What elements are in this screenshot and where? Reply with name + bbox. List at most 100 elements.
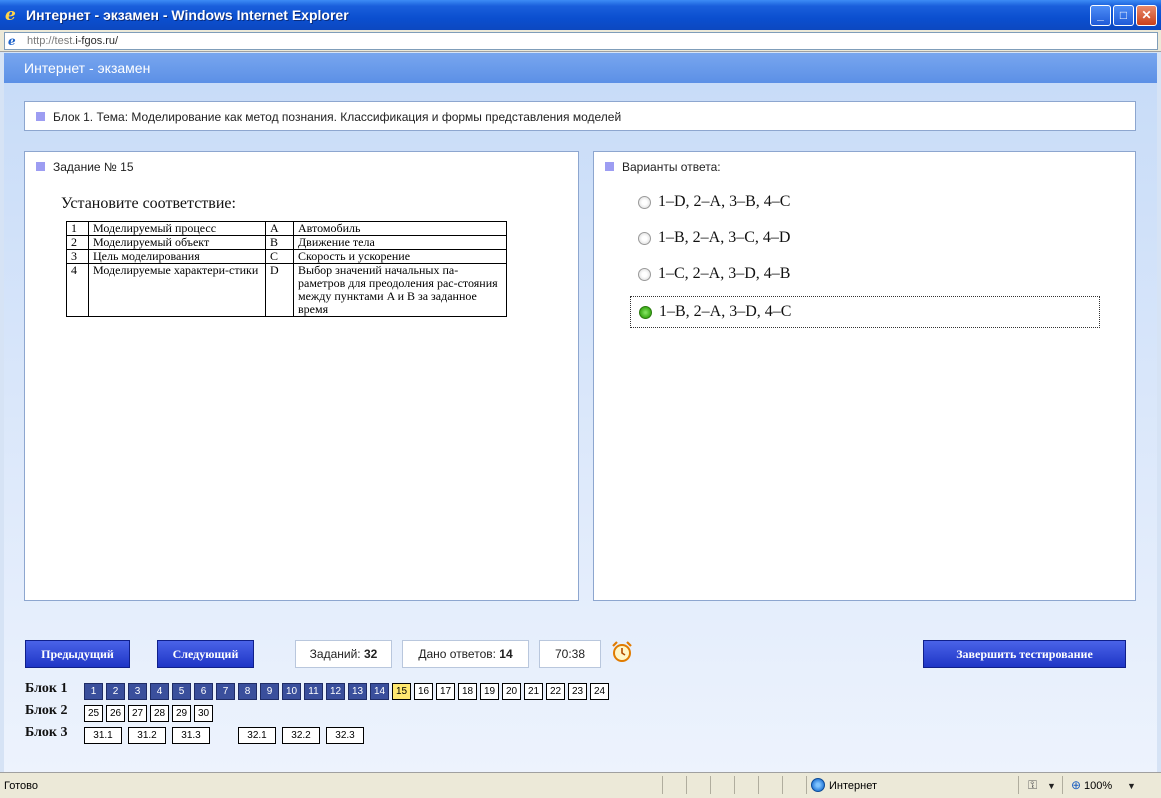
question-cell[interactable]: 19 xyxy=(480,683,499,700)
question-cell[interactable]: 18 xyxy=(458,683,477,700)
task-heading: Установите соответствие: xyxy=(61,195,236,212)
question-cell[interactable]: 32.3 xyxy=(326,727,364,744)
task-panel: Задание № 15 Установите соответствие: 1М… xyxy=(24,151,579,601)
question-cell[interactable]: 32.1 xyxy=(238,727,276,744)
finish-test-button[interactable]: Завершить тестирование xyxy=(923,640,1126,668)
question-cell[interactable]: 25 xyxy=(84,705,103,722)
question-cell[interactable]: 29 xyxy=(172,705,191,722)
answer-option[interactable]: 1–C, 2–A, 3–D, 4–B xyxy=(630,259,1100,291)
window-title: Интернет - экзамен - Windows Internet Ex… xyxy=(26,7,349,23)
table-cell: A xyxy=(265,221,294,236)
answer-option[interactable]: 1–B, 2–A, 3–C, 4–D xyxy=(630,223,1100,255)
question-cell[interactable]: 9 xyxy=(260,683,279,700)
question-cell[interactable]: 12 xyxy=(326,683,345,700)
question-cell[interactable]: 15 xyxy=(392,683,411,700)
chevron-down-icon[interactable]: ▼ xyxy=(1047,781,1056,791)
table-cell: Автомобиль xyxy=(293,221,507,236)
question-cell[interactable]: 10 xyxy=(282,683,301,700)
answer-option-label: 1–C, 2–A, 3–D, 4–B xyxy=(658,265,791,282)
table-cell: Моделируемый процесс xyxy=(88,221,266,236)
radio-button[interactable] xyxy=(638,232,651,245)
address-url: http://test.i-fgos.ru/ xyxy=(27,35,119,47)
navigator-block-label: Блок 3 xyxy=(25,725,68,740)
question-cell[interactable]: 32.2 xyxy=(282,727,320,744)
question-cell[interactable]: 1 xyxy=(84,683,103,700)
question-cell[interactable]: 31.3 xyxy=(172,727,210,744)
question-cell[interactable]: 31.1 xyxy=(84,727,122,744)
status-separator xyxy=(734,776,735,794)
status-separator xyxy=(1018,776,1019,794)
question-cell[interactable]: 17 xyxy=(436,683,455,700)
status-separator xyxy=(1062,776,1063,794)
table-row: 3 Цель моделирования C Скорость и ускорение xyxy=(66,249,507,264)
question-cell[interactable]: 6 xyxy=(194,683,213,700)
block-title: Блок 1. Тема: Моделирование как метод по… xyxy=(53,110,622,124)
question-cell[interactable]: 28 xyxy=(150,705,169,722)
question-cell[interactable]: 8 xyxy=(238,683,257,700)
table-cell: Цель моделирования xyxy=(88,249,266,264)
answers-panel: Варианты ответа: 1–D, 2–A, 3–B, 4–C 1–B, … xyxy=(593,151,1136,601)
question-cell[interactable]: 24 xyxy=(590,683,609,700)
question-cell[interactable]: 11 xyxy=(304,683,323,700)
app-header: Интернет - экзамен xyxy=(4,53,1157,83)
status-separator xyxy=(806,776,807,794)
zoom-icon[interactable]: ⊕ xyxy=(1071,778,1081,792)
zoom-level[interactable]: 100% xyxy=(1084,780,1112,792)
question-cell[interactable]: 4 xyxy=(150,683,169,700)
answer-option[interactable]: 1–B, 2–A, 3–D, 4–C xyxy=(630,296,1100,328)
question-cell[interactable]: 13 xyxy=(348,683,367,700)
table-cell: 3 xyxy=(66,249,89,264)
radio-button[interactable] xyxy=(638,268,651,281)
table-cell: 2 xyxy=(66,235,89,250)
question-cell[interactable]: 5 xyxy=(172,683,191,700)
table-row: 2 Моделируемый объект B Движение тела xyxy=(66,235,507,250)
previous-button[interactable]: Предыдущий xyxy=(25,640,130,668)
question-cell[interactable]: 27 xyxy=(128,705,147,722)
close-button[interactable]: ✕ xyxy=(1136,5,1157,26)
question-cell[interactable]: 31.2 xyxy=(128,727,166,744)
answered-count: Дано ответов: 14 xyxy=(402,640,529,668)
question-cell[interactable]: 23 xyxy=(568,683,587,700)
question-cell[interactable]: 21 xyxy=(524,683,543,700)
app-title: Интернет - экзамен xyxy=(24,60,151,76)
answer-option-label: 1–B, 2–A, 3–C, 4–D xyxy=(658,229,791,246)
question-cell[interactable]: 20 xyxy=(502,683,521,700)
chevron-down-icon[interactable]: ▼ xyxy=(1127,781,1136,791)
next-button[interactable]: Следующий xyxy=(157,640,254,668)
answer-option[interactable]: 1–D, 2–A, 3–B, 4–C xyxy=(630,187,1100,219)
address-field[interactable]: e http://test.i-fgos.ru/ xyxy=(4,32,1158,50)
alarm-clock-icon xyxy=(612,641,632,662)
question-cell[interactable]: 22 xyxy=(546,683,565,700)
bullet-square-icon xyxy=(36,112,45,121)
bullet-square-icon xyxy=(36,162,45,171)
radio-button[interactable] xyxy=(639,306,652,319)
window-titlebar: e Интернет - экзамен - Windows Internet … xyxy=(0,0,1161,30)
question-cell[interactable]: 30 xyxy=(194,705,213,722)
bullet-square-icon xyxy=(605,162,614,171)
table-cell: B xyxy=(265,235,294,250)
tasks-count: Заданий: 32 xyxy=(295,640,392,668)
question-cell[interactable]: 16 xyxy=(414,683,433,700)
status-separator xyxy=(782,776,783,794)
maximize-button[interactable]: □ xyxy=(1113,5,1134,26)
table-cell: D xyxy=(265,263,294,317)
radio-button[interactable] xyxy=(638,196,651,209)
navigator-block-label: Блок 2 xyxy=(25,703,68,718)
answers-label: Варианты ответа: xyxy=(622,160,721,174)
page-content: Интернет - экзамен Блок 1. Тема: Моделир… xyxy=(4,53,1157,772)
status-text: Готово xyxy=(4,780,38,792)
address-bar: e http://test.i-fgos.ru/ xyxy=(0,30,1161,52)
matching-table: 1 Моделируемый процесс A Автомобиль 2 Моделир… xyxy=(66,221,507,317)
security-zone: Интернет xyxy=(829,780,877,792)
question-cell[interactable]: 26 xyxy=(106,705,125,722)
question-cell[interactable]: 7 xyxy=(216,683,235,700)
lock-icon[interactable]: ⚿ xyxy=(1028,778,1037,793)
question-cell[interactable]: 3 xyxy=(128,683,147,700)
table-cell: 1 xyxy=(66,221,89,236)
task-number: Задание № 15 xyxy=(53,160,134,174)
minimize-button[interactable]: _ xyxy=(1090,5,1111,26)
app-body: Блок 1. Тема: Моделирование как метод по… xyxy=(4,83,1157,772)
question-cell[interactable]: 2 xyxy=(106,683,125,700)
ie-logo-icon: e xyxy=(5,5,16,25)
question-cell[interactable]: 14 xyxy=(370,683,389,700)
